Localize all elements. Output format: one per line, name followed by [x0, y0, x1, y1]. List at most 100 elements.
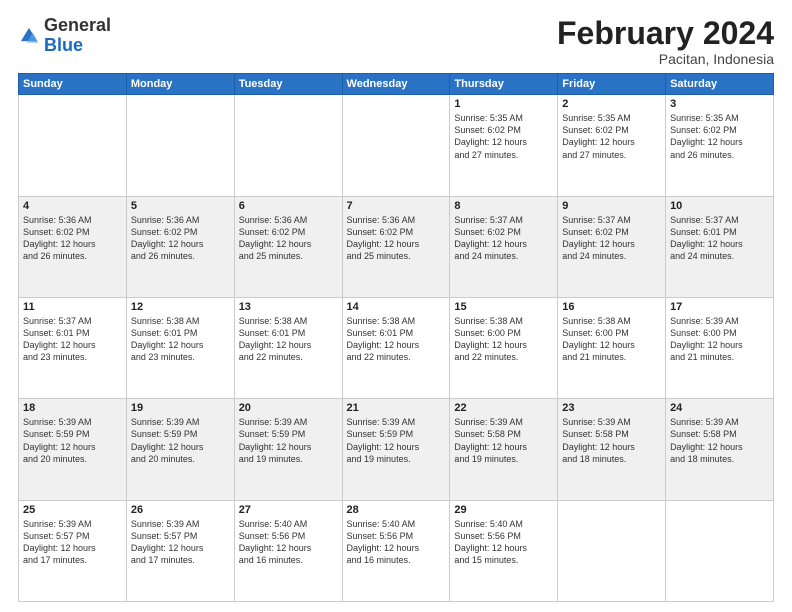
- table-row: 11 Sunrise: 5:37 AM Sunset: 6:01 PM Dayli…: [19, 297, 127, 398]
- day-info: Sunrise: 5:38 AM Sunset: 6:00 PM Dayligh…: [454, 315, 553, 364]
- table-row: 17Sunrise: 5:39 AM Sunset: 6:00 PM Dayli…: [666, 297, 774, 398]
- table-row: 21 Sunrise: 5:39 AM Sunset: 5:59 PM Dayli…: [342, 399, 450, 500]
- day-number: 11: [23, 301, 122, 313]
- day-info: Sunrise: 5:35 AM Sunset: 6:02 PM Dayligh…: [670, 112, 769, 161]
- day-number: 9: [562, 200, 661, 212]
- day-info: Sunrise: 5:35 AM Sunset: 6:02 PM Dayligh…: [454, 112, 553, 161]
- day-info: Sunrise: 5:36 AM Sunset: 6:02 PM Dayligh…: [131, 214, 230, 263]
- table-row: 4 Sunrise: 5:36 AM Sunset: 6:02 PM Daylig…: [19, 196, 127, 297]
- day-number: 4: [23, 200, 122, 212]
- day-info: Sunrise: 5:39 AM Sunset: 5:58 PM Dayligh…: [454, 416, 553, 465]
- table-row: 15 Sunrise: 5:38 AM Sunset: 6:00 PM Dayli…: [450, 297, 558, 398]
- table-row: 25 Sunrise: 5:39 AM Sunset: 5:57 PM Dayli…: [19, 500, 127, 601]
- table-row: 1 Sunrise: 5:35 AM Sunset: 6:02 PM Daylig…: [450, 95, 558, 196]
- table-row: [19, 95, 127, 196]
- day-number: 3: [670, 98, 769, 110]
- table-row: 6 Sunrise: 5:36 AM Sunset: 6:02 PM Daylig…: [234, 196, 342, 297]
- table-row: 8 Sunrise: 5:37 AM Sunset: 6:02 PM Daylig…: [450, 196, 558, 297]
- day-info: Sunrise: 5:39 AM Sunset: 5:59 PM Dayligh…: [239, 416, 338, 465]
- day-info: Sunrise: 5:39 AM Sunset: 5:58 PM Dayligh…: [670, 416, 769, 465]
- day-info: Sunrise: 5:36 AM Sunset: 6:02 PM Dayligh…: [239, 214, 338, 263]
- col-sunday: Sunday: [19, 74, 127, 95]
- logo: General Blue: [18, 16, 111, 56]
- col-tuesday: Tuesday: [234, 74, 342, 95]
- day-number: 18: [23, 402, 122, 414]
- day-number: 25: [23, 504, 122, 516]
- table-row: 24 Sunrise: 5:39 AM Sunset: 5:58 PM Dayli…: [666, 399, 774, 500]
- day-number: 1: [454, 98, 553, 110]
- table-row: [342, 95, 450, 196]
- day-number: 24: [670, 402, 769, 414]
- table-row: 10 Sunrise: 5:37 AM Sunset: 6:01 PM Dayli…: [666, 196, 774, 297]
- table-row: 2 Sunrise: 5:35 AM Sunset: 6:02 PM Daylig…: [558, 95, 666, 196]
- day-number: 29: [454, 504, 553, 516]
- table-row: 12 Sunrise: 5:38 AM Sunset: 6:01 PM Dayli…: [126, 297, 234, 398]
- day-info: Sunrise: 5:39 AM Sunset: 5:57 PM Dayligh…: [23, 518, 122, 567]
- table-row: [126, 95, 234, 196]
- table-row: 9 Sunrise: 5:37 AM Sunset: 6:02 PM Daylig…: [558, 196, 666, 297]
- day-info: Sunrise: 5:36 AM Sunset: 6:02 PM Dayligh…: [23, 214, 122, 263]
- table-row: 27 Sunrise: 5:40 AM Sunset: 5:56 PM Dayli…: [234, 500, 342, 601]
- day-info: Sunrise: 5:36 AM Sunset: 6:02 PM Dayligh…: [347, 214, 446, 263]
- day-info: Sunrise: 5:37 AM Sunset: 6:01 PM Dayligh…: [670, 214, 769, 263]
- col-friday: Friday: [558, 74, 666, 95]
- day-info: Sunrise: 5:37 AM Sunset: 6:01 PM Dayligh…: [23, 315, 122, 364]
- table-row: 29Sunrise: 5:40 AM Sunset: 5:56 PM Dayli…: [450, 500, 558, 601]
- day-number: 26: [131, 504, 230, 516]
- day-number: 10: [670, 200, 769, 212]
- day-number: 20: [239, 402, 338, 414]
- day-info: Sunrise: 5:35 AM Sunset: 6:02 PM Dayligh…: [562, 112, 661, 161]
- day-info: Sunrise: 5:38 AM Sunset: 6:01 PM Dayligh…: [239, 315, 338, 364]
- logo-icon: [18, 25, 40, 47]
- calendar-subtitle: Pacitan, Indonesia: [557, 51, 774, 67]
- day-number: 28: [347, 504, 446, 516]
- table-row: 19 Sunrise: 5:39 AM Sunset: 5:59 PM Dayli…: [126, 399, 234, 500]
- table-row: 5 Sunrise: 5:36 AM Sunset: 6:02 PM Daylig…: [126, 196, 234, 297]
- day-info: Sunrise: 5:37 AM Sunset: 6:02 PM Dayligh…: [562, 214, 661, 263]
- table-row: 16 Sunrise: 5:38 AM Sunset: 6:00 PM Dayli…: [558, 297, 666, 398]
- table-row: 26 Sunrise: 5:39 AM Sunset: 5:57 PM Dayli…: [126, 500, 234, 601]
- col-thursday: Thursday: [450, 74, 558, 95]
- day-info: Sunrise: 5:39 AM Sunset: 5:59 PM Dayligh…: [131, 416, 230, 465]
- table-row: 14 Sunrise: 5:38 AM Sunset: 6:01 PM Dayli…: [342, 297, 450, 398]
- day-info: Sunrise: 5:37 AM Sunset: 6:02 PM Dayligh…: [454, 214, 553, 263]
- day-number: 16: [562, 301, 661, 313]
- table-row: 18 Sunrise: 5:39 AM Sunset: 5:59 PM Dayli…: [19, 399, 127, 500]
- header: General Blue February 2024 Pacitan, Indo…: [18, 16, 774, 67]
- day-info: Sunrise: 5:38 AM Sunset: 6:00 PM Dayligh…: [562, 315, 661, 364]
- table-row: [558, 500, 666, 601]
- day-number: 15: [454, 301, 553, 313]
- day-info: Sunrise: 5:39 AM Sunset: 5:58 PM Dayligh…: [562, 416, 661, 465]
- calendar-header-row: Sunday Monday Tuesday Wednesday Thursday…: [19, 74, 774, 95]
- day-number: 19: [131, 402, 230, 414]
- calendar-title: February 2024: [557, 16, 774, 51]
- col-monday: Monday: [126, 74, 234, 95]
- day-info: Sunrise: 5:38 AM Sunset: 6:01 PM Dayligh…: [131, 315, 230, 364]
- title-block: February 2024 Pacitan, Indonesia: [557, 16, 774, 67]
- day-number: 14: [347, 301, 446, 313]
- day-number: 27: [239, 504, 338, 516]
- day-number: 22: [454, 402, 553, 414]
- table-row: 13 Sunrise: 5:38 AM Sunset: 6:01 PM Dayli…: [234, 297, 342, 398]
- calendar-table: Sunday Monday Tuesday Wednesday Thursday…: [18, 73, 774, 602]
- day-number: 21: [347, 402, 446, 414]
- col-saturday: Saturday: [666, 74, 774, 95]
- day-number: 12: [131, 301, 230, 313]
- col-wednesday: Wednesday: [342, 74, 450, 95]
- day-info: Sunrise: 5:39 AM Sunset: 5:59 PM Dayligh…: [347, 416, 446, 465]
- day-number: 2: [562, 98, 661, 110]
- table-row: [234, 95, 342, 196]
- logo-general: General: [44, 15, 111, 35]
- day-number: 8: [454, 200, 553, 212]
- table-row: 23Sunrise: 5:39 AM Sunset: 5:58 PM Dayli…: [558, 399, 666, 500]
- table-row: 28 Sunrise: 5:40 AM Sunset: 5:56 PM Dayli…: [342, 500, 450, 601]
- day-info: Sunrise: 5:39 AM Sunset: 5:57 PM Dayligh…: [131, 518, 230, 567]
- day-number: 17: [670, 301, 769, 313]
- day-info: Sunrise: 5:40 AM Sunset: 5:56 PM Dayligh…: [347, 518, 446, 567]
- day-number: 6: [239, 200, 338, 212]
- day-info: Sunrise: 5:38 AM Sunset: 6:01 PM Dayligh…: [347, 315, 446, 364]
- day-info: Sunrise: 5:39 AM Sunset: 5:59 PM Dayligh…: [23, 416, 122, 465]
- day-info: Sunrise: 5:40 AM Sunset: 5:56 PM Dayligh…: [239, 518, 338, 567]
- day-number: 13: [239, 301, 338, 313]
- day-number: 5: [131, 200, 230, 212]
